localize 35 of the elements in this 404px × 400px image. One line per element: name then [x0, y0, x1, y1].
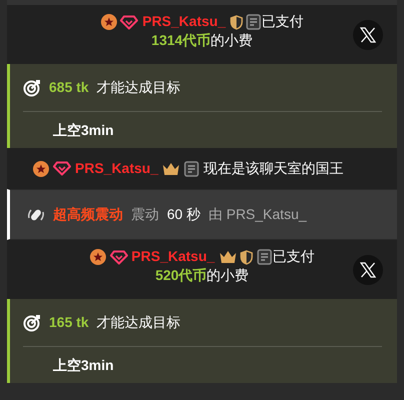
token-amount: 520代币: [155, 267, 207, 283]
sender-text: 由 PRS_Katsu_: [208, 205, 307, 224]
medal-icon: [90, 249, 106, 266]
medal-icon: [100, 14, 117, 30]
vibration-level: 超高频震动: [53, 205, 123, 224]
x-logo-icon: [360, 27, 376, 43]
target-icon: [23, 314, 41, 332]
document-icon: [184, 160, 200, 176]
username: PRS_Katsu_: [131, 248, 215, 264]
vibration-text: 震动: [131, 205, 159, 224]
x-button[interactable]: [353, 255, 383, 285]
document-icon: [257, 249, 272, 266]
goal-text: 才能达成目标: [96, 78, 181, 97]
action-text: 已支付: [261, 13, 304, 29]
medal-icon: [33, 160, 49, 176]
tip-text: 的小费: [210, 32, 253, 48]
goal-title: 上空3min: [53, 356, 114, 374]
action-text: 已支付: [272, 248, 314, 264]
document-icon: [246, 14, 262, 30]
x-logo-icon: [360, 262, 376, 278]
vibration-duration: 60 秒: [167, 205, 200, 224]
gem-icon: [120, 14, 138, 30]
gem-icon: [110, 250, 128, 265]
username: PRS_Katsu_: [142, 13, 226, 29]
token-amount: 165 tk: [49, 313, 89, 332]
token-amount: 685 tk: [49, 78, 89, 97]
goal-text: 才能达成目标: [96, 313, 181, 332]
username: PRS_Katsu_: [75, 159, 158, 178]
gem-icon: [53, 161, 71, 176]
x-button[interactable]: [353, 20, 383, 50]
action-text: 现在是该聊天室的国王: [203, 159, 344, 178]
goal-title: 上空3min: [53, 120, 114, 140]
target-icon: [23, 78, 41, 96]
tip-text: 的小费: [206, 267, 249, 283]
token-amount: 1314代币: [151, 32, 211, 48]
